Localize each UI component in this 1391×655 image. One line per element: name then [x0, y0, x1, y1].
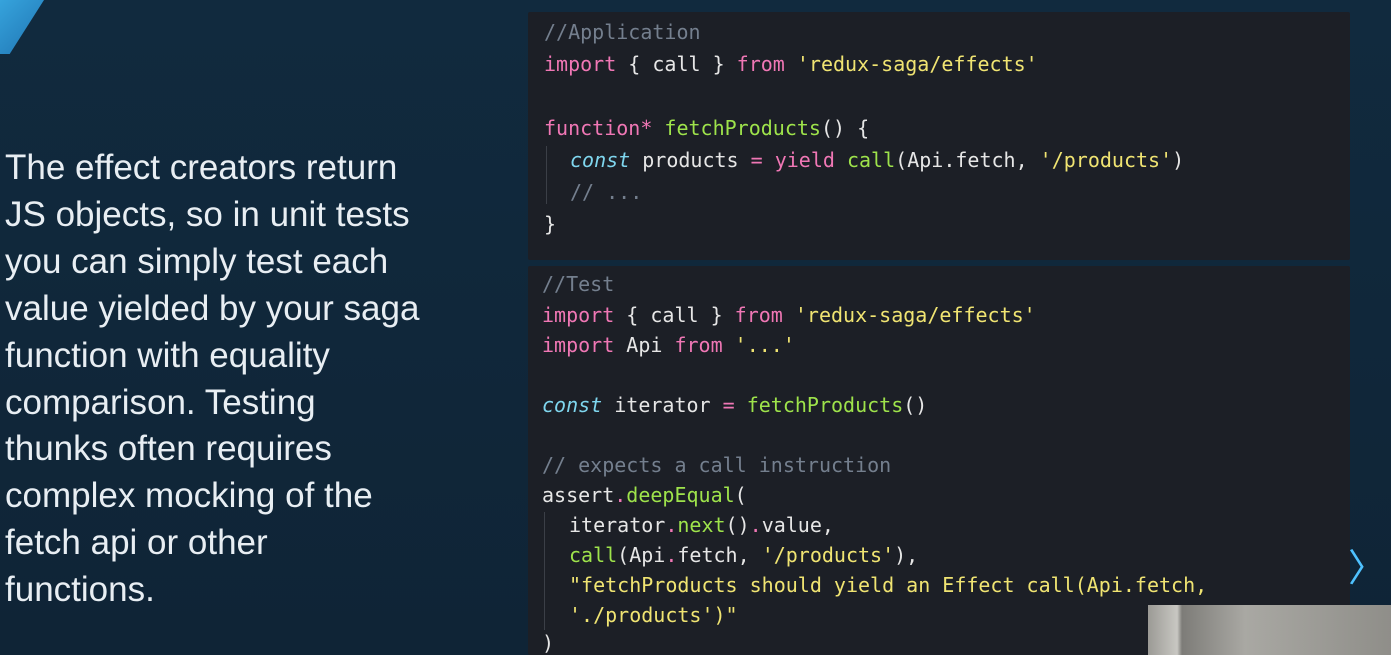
test-line-call: call(Api.fetch, '/products'),	[569, 543, 918, 567]
next-parens: ()	[725, 513, 750, 537]
call-api: (Api	[617, 543, 666, 567]
slide-body-text: The effect creators return JS objects, s…	[5, 148, 420, 610]
call-function: call	[834, 148, 896, 172]
dot-operator: .	[749, 513, 762, 537]
keyword-function: function*	[544, 116, 653, 140]
dot-operator: .	[665, 513, 678, 537]
code-line-const-products: const products = yield call(Api.fetch, '…	[570, 148, 1184, 172]
keyword-import: import	[542, 333, 615, 357]
test-line-const-iterator: const iterator = fetchProducts()	[542, 393, 927, 417]
function-call-name: fetchProducts	[734, 393, 904, 417]
dot-operator: .	[614, 483, 627, 507]
fetch-arg: fetch,	[677, 543, 762, 567]
value-prop: value,	[761, 513, 834, 537]
code-line-function: function* fetchProducts() {	[544, 116, 869, 140]
keyword-const: const	[542, 393, 603, 417]
operator-equals: =	[750, 148, 763, 172]
var-iterator: iterator	[602, 393, 723, 417]
indent-guide	[544, 512, 545, 630]
test-comment-expects: // expects a call instruction	[542, 453, 892, 477]
import-names: { call }	[616, 52, 737, 76]
application-code-block: //Application import { call } from 'redu…	[528, 12, 1350, 260]
call-args: (Api.fetch,	[895, 148, 1040, 172]
string-products: '/products'	[1039, 148, 1173, 172]
presenter-video-thumbnail	[1148, 605, 1391, 655]
next-slide-chevron-icon[interactable]: 〉	[1348, 548, 1386, 588]
call-function: call	[569, 543, 618, 567]
assert-object: assert	[542, 483, 615, 507]
test-line-message-1: "fetchProducts should yield an Effect ca…	[569, 573, 1208, 597]
code-line-import: import { call } from 'redux-saga/effects…	[544, 52, 1038, 76]
keyword-yield: yield	[762, 148, 835, 172]
code-comment-ellipsis: // ...	[570, 180, 643, 204]
call-close: ),	[894, 543, 919, 567]
import-names: { call }	[614, 303, 735, 327]
function-name: fetchProducts	[652, 116, 821, 140]
keyword-import: import	[542, 303, 615, 327]
open-paren: (	[734, 483, 747, 507]
test-line-iterator-next: iterator.next().value,	[569, 513, 834, 537]
corner-accent-shape	[0, 0, 44, 54]
next-method: next	[677, 513, 726, 537]
import-source: 'redux-saga/effects'	[784, 52, 1038, 76]
keyword-const: const	[570, 148, 631, 172]
test-line-message-2: './products')"	[569, 603, 738, 627]
call-close: )	[1172, 148, 1185, 172]
import-api-source: '...'	[722, 333, 795, 357]
keyword-from: from	[674, 333, 723, 357]
test-line-assert: assert.deepEqual(	[542, 483, 747, 507]
code-line-close-brace: }	[544, 212, 557, 236]
function-call-parens: ()	[903, 393, 928, 417]
import-api-name: Api	[614, 333, 675, 357]
string-products: '/products'	[761, 543, 895, 567]
code-comment-test: //Test	[542, 272, 615, 296]
test-line-import-api: import Api from '...'	[542, 333, 795, 357]
var-products: products	[630, 148, 751, 172]
import-source: 'redux-saga/effects'	[782, 303, 1036, 327]
test-line-close-paren: )	[542, 631, 555, 655]
keyword-from: from	[736, 52, 785, 76]
function-signature: () {	[820, 116, 870, 140]
deep-equal-fn: deepEqual	[626, 483, 735, 507]
code-comment-application: //Application	[544, 20, 701, 44]
test-code-block: //Test import { call } from 'redux-saga/…	[528, 266, 1350, 655]
keyword-import: import	[544, 52, 617, 76]
dot-operator: .	[665, 543, 678, 567]
operator-equals: =	[722, 393, 735, 417]
test-line-import-call: import { call } from 'redux-saga/effects…	[542, 303, 1036, 327]
keyword-from: from	[734, 303, 783, 327]
iterator-var: iterator	[569, 513, 666, 537]
indent-guide	[546, 146, 547, 204]
